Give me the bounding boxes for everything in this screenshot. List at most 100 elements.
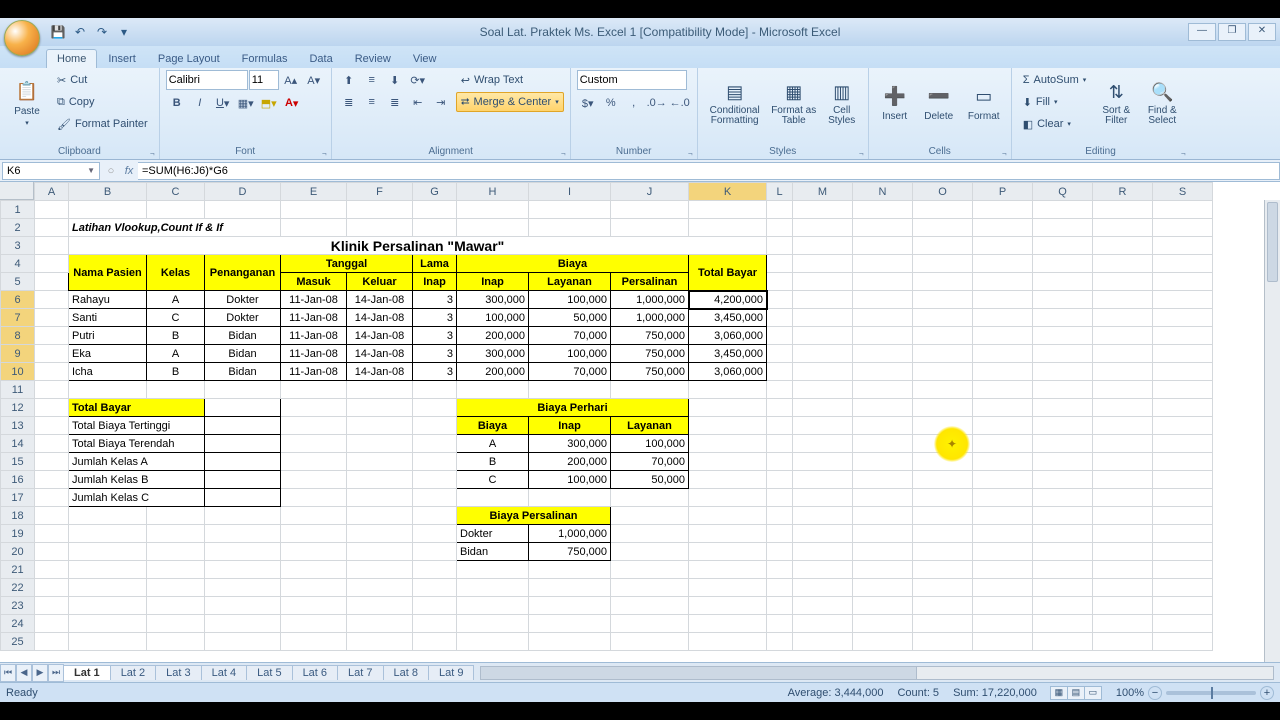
save-icon[interactable]: 💾 — [50, 24, 66, 40]
delete-cells-button[interactable]: ➖Delete — [919, 70, 959, 136]
cell[interactable] — [793, 471, 853, 489]
cell[interactable] — [793, 579, 853, 597]
cell[interactable] — [853, 381, 913, 399]
cell[interactable] — [1093, 597, 1153, 615]
cell[interactable] — [913, 525, 973, 543]
cell[interactable] — [69, 507, 147, 525]
cell[interactable] — [973, 525, 1033, 543]
zoom-slider[interactable] — [1166, 691, 1256, 695]
cell[interactable] — [793, 525, 853, 543]
cell[interactable] — [793, 435, 853, 453]
cell[interactable] — [853, 561, 913, 579]
row-header[interactable]: 2 — [1, 219, 35, 237]
sheet-tab[interactable]: Lat 1 — [63, 665, 111, 680]
cell[interactable] — [35, 561, 69, 579]
cell[interactable] — [1033, 309, 1093, 327]
cell[interactable]: Biaya Perhari — [457, 399, 689, 417]
cell[interactable] — [689, 579, 767, 597]
col-header[interactable]: J — [611, 183, 689, 201]
cell[interactable] — [913, 237, 973, 255]
cell[interactable]: 750,000 — [611, 345, 689, 363]
cell[interactable] — [147, 579, 205, 597]
col-header[interactable]: F — [347, 183, 413, 201]
cell[interactable] — [853, 417, 913, 435]
undo-icon[interactable]: ↶ — [72, 24, 88, 40]
sheet-tab[interactable]: Lat 3 — [155, 665, 201, 680]
sort-filter-button[interactable]: ⇅Sort & Filter — [1095, 70, 1137, 136]
cell[interactable] — [1153, 273, 1213, 291]
cell[interactable] — [767, 345, 793, 363]
cell[interactable] — [767, 471, 793, 489]
cell[interactable]: 50,000 — [611, 471, 689, 489]
cell[interactable] — [1093, 255, 1153, 273]
fx-icon[interactable]: fx — [120, 165, 138, 177]
cell[interactable] — [767, 633, 793, 651]
zoom-out-icon[interactable]: − — [1148, 686, 1162, 700]
row-header[interactable]: 24 — [1, 615, 35, 633]
horizontal-scrollbar[interactable] — [480, 666, 1274, 680]
row-header[interactable]: 21 — [1, 561, 35, 579]
cell[interactable]: Layanan — [529, 273, 611, 291]
comma-icon[interactable]: , — [623, 93, 645, 113]
cell[interactable] — [457, 561, 529, 579]
cell[interactable] — [973, 363, 1033, 381]
inc-decimal-icon[interactable]: .0→ — [646, 93, 668, 113]
cell[interactable] — [913, 615, 973, 633]
cell[interactable] — [793, 561, 853, 579]
cell[interactable]: Bidan — [457, 543, 529, 561]
cell[interactable] — [973, 561, 1033, 579]
cell[interactable] — [973, 543, 1033, 561]
cell[interactable] — [973, 489, 1033, 507]
cell[interactable] — [147, 597, 205, 615]
view-buttons[interactable]: ▦▤▭ — [1051, 686, 1102, 700]
cell[interactable]: 11-Jan-08 — [281, 309, 347, 327]
cell[interactable] — [689, 471, 767, 489]
cell[interactable] — [1153, 201, 1213, 219]
cut-button[interactable]: ✂Cut — [52, 70, 153, 90]
cell[interactable] — [793, 507, 853, 525]
office-button[interactable] — [4, 20, 40, 56]
cell[interactable] — [281, 615, 347, 633]
align-right-icon[interactable]: ≣ — [384, 92, 406, 112]
cell[interactable] — [973, 273, 1033, 291]
cell[interactable] — [793, 345, 853, 363]
cell[interactable] — [1093, 435, 1153, 453]
cell[interactable] — [1093, 489, 1153, 507]
zoom-in-icon[interactable]: + — [1260, 686, 1274, 700]
cell[interactable] — [413, 453, 457, 471]
cell[interactable] — [853, 489, 913, 507]
cell[interactable] — [853, 255, 913, 273]
ribbon-tab-page-layout[interactable]: Page Layout — [147, 49, 231, 68]
cell[interactable]: 11-Jan-08 — [281, 345, 347, 363]
cell[interactable] — [767, 219, 793, 237]
cell[interactable] — [913, 345, 973, 363]
qat-more-icon[interactable]: ▾ — [116, 24, 132, 40]
cell[interactable] — [767, 597, 793, 615]
ribbon-tab-data[interactable]: Data — [298, 49, 343, 68]
cell[interactable] — [853, 273, 913, 291]
cell[interactable]: Tanggal — [281, 255, 413, 273]
cell[interactable] — [1093, 345, 1153, 363]
cell[interactable] — [767, 255, 793, 273]
cell[interactable] — [1033, 561, 1093, 579]
cell[interactable] — [35, 453, 69, 471]
font-size-select[interactable] — [249, 70, 279, 90]
cell[interactable] — [853, 597, 913, 615]
cell[interactable] — [973, 453, 1033, 471]
formula-input[interactable] — [138, 162, 1280, 180]
cell[interactable] — [689, 507, 767, 525]
cell[interactable]: 100,000 — [529, 291, 611, 309]
cell[interactable] — [281, 201, 347, 219]
cell[interactable] — [1093, 291, 1153, 309]
cell[interactable] — [853, 471, 913, 489]
cell[interactable]: 11-Jan-08 — [281, 291, 347, 309]
cell[interactable]: Latihan Vlookup,Count If & If — [69, 219, 281, 237]
cell[interactable] — [1033, 381, 1093, 399]
col-header[interactable]: C — [147, 183, 205, 201]
cell[interactable] — [205, 399, 281, 417]
cell[interactable] — [973, 327, 1033, 345]
cell[interactable] — [1033, 507, 1093, 525]
cell[interactable] — [1153, 435, 1213, 453]
cell[interactable] — [1153, 345, 1213, 363]
cell[interactable] — [205, 597, 281, 615]
